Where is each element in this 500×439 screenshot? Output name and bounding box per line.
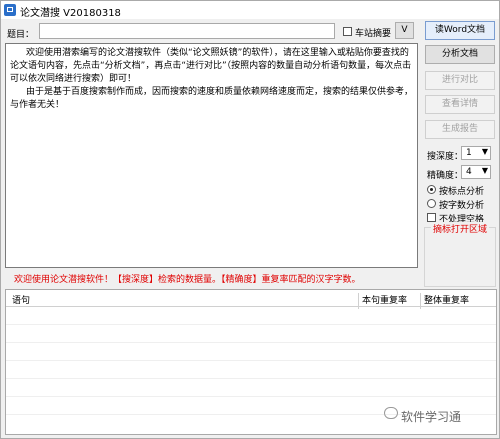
editor-paragraph-1: 欢迎使用潜索编写的论文潜搜软件（类似“论文照妖镜”的软件），请在这里输入或粘贴你…: [10, 48, 412, 84]
col-overall-rate-header[interactable]: 整体重复率: [424, 293, 469, 306]
no-space-checkbox[interactable]: [427, 213, 436, 222]
grid-line: [6, 396, 496, 397]
report-label: 生成报告: [441, 124, 478, 134]
window-title: 论文潜搜 V20180318: [20, 8, 121, 19]
grid-line: [6, 360, 496, 361]
compare-label: 进行对比: [441, 75, 478, 85]
summary-checkbox[interactable]: [343, 27, 352, 36]
watermark: 软件学习通: [401, 410, 462, 424]
content-editor[interactable]: 欢迎使用潜索编写的论文潜搜软件（类似“论文照妖镜”的软件），请在这里输入或粘贴你…: [5, 43, 418, 268]
read-word-button[interactable]: 读Word文档: [425, 21, 495, 40]
radio-by-count-label: 按字数分析: [439, 201, 485, 211]
grid-line: [6, 324, 496, 325]
title-label: 题目：: [7, 30, 35, 40]
depth-label: 搜深度：: [427, 152, 464, 162]
analyze-label: 分析文档: [441, 49, 478, 59]
title-input[interactable]: [39, 23, 335, 39]
column-divider: [358, 293, 359, 309]
precision-value: 4: [466, 167, 472, 177]
chevron-down-icon: ▼: [481, 147, 488, 156]
grid-line: [6, 342, 496, 343]
chevron-down-icon: ▼: [481, 166, 488, 175]
col-sentence-rate-header[interactable]: 本句重复率: [362, 293, 407, 306]
app-window: 论文潜搜 V20180318 题目： 车站摘要 V 读Word文档 分析文档 进…: [0, 0, 500, 439]
grid-line: [6, 378, 496, 379]
report-button[interactable]: 生成报告: [425, 120, 495, 139]
app-icon: [4, 4, 16, 16]
v-button[interactable]: V: [395, 22, 414, 39]
editor-paragraph-2: 由于是基于百度搜索制作而成，因而搜索的速度和质量依赖网络速度而定，搜索的结果仅供…: [10, 87, 414, 110]
open-area-title: 摘标打开区域: [431, 222, 490, 235]
open-area-group: 摘标打开区域: [424, 222, 496, 287]
details-button[interactable]: 查看详情: [425, 95, 495, 114]
compare-button[interactable]: 进行对比: [425, 71, 495, 90]
column-divider: [420, 293, 421, 309]
precision-select[interactable]: 4 ▼: [461, 165, 491, 179]
col-sentence-header[interactable]: 语句: [12, 293, 30, 306]
radio-by-count[interactable]: [427, 199, 436, 208]
precision-label: 精确度：: [427, 171, 464, 181]
depth-value: 1: [466, 148, 472, 158]
status-message: 欢迎使用论文潜搜软件！【搜深度】检索的数据量。【精确度】重复率匹配的汉字字数。: [14, 275, 361, 285]
analyze-button[interactable]: 分析文档: [425, 45, 495, 64]
title-bar: 论文潜搜 V20180318: [1, 1, 499, 19]
summary-checkbox-label: 车站摘要: [355, 29, 392, 39]
details-label: 查看详情: [441, 99, 478, 109]
v-button-label: V: [401, 25, 408, 35]
table-header: 语句 本句重复率 整体重复率: [6, 290, 496, 309]
depth-select[interactable]: 1 ▼: [461, 146, 491, 160]
radio-by-punct-label: 按标点分析: [439, 187, 485, 197]
wechat-icon: [384, 407, 398, 419]
read-word-label: 读Word文档: [434, 25, 486, 35]
radio-by-punct[interactable]: [427, 185, 436, 194]
